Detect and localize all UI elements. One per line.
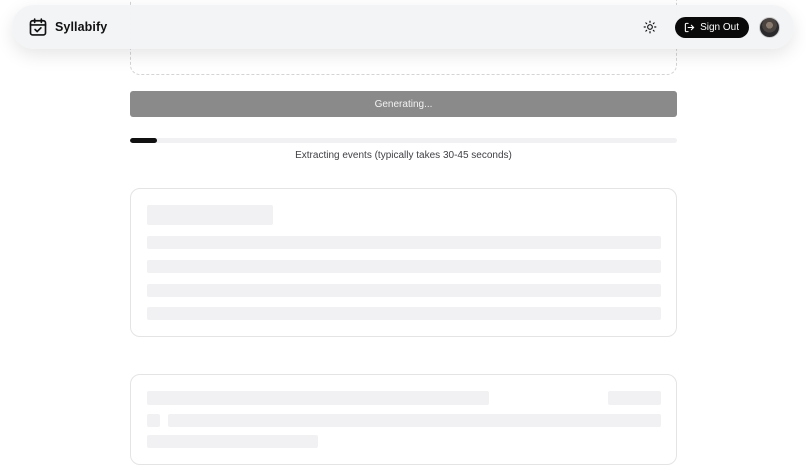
sign-out-label: Sign Out — [700, 21, 739, 33]
generate-button-label: Generating... — [374, 98, 433, 110]
log-out-icon — [684, 22, 695, 32]
sun-icon — [643, 20, 657, 34]
sign-out-button[interactable]: Sign Out — [675, 16, 749, 38]
brand[interactable]: Syllabify — [28, 17, 107, 37]
progress-fill — [130, 138, 158, 143]
skeleton-card — [130, 374, 677, 465]
skeleton-badge — [608, 391, 661, 405]
skeleton-line — [147, 236, 661, 249]
skeleton-title — [147, 205, 273, 225]
theme-toggle-button[interactable] — [638, 15, 662, 39]
skeleton-line — [147, 435, 318, 448]
skeleton-line — [147, 260, 661, 273]
progress-bar — [130, 138, 677, 143]
user-avatar[interactable] — [759, 16, 780, 38]
skeleton-checkbox — [147, 414, 160, 427]
progress-status-text: Extracting events (typically takes 30-45… — [295, 150, 512, 161]
app-name: Syllabify — [55, 20, 108, 34]
skeleton-line — [147, 391, 489, 405]
skeleton-line — [147, 284, 661, 297]
skeleton-card — [130, 188, 677, 337]
skeleton-line — [168, 414, 661, 427]
skeleton-line — [147, 307, 661, 320]
page: Syllabify Sign Out Generating... Extract… — [0, 0, 806, 471]
generate-button[interactable]: Generating... — [130, 91, 677, 117]
calendar-check-icon — [29, 18, 47, 36]
top-navbar: Syllabify Sign Out — [12, 5, 794, 49]
